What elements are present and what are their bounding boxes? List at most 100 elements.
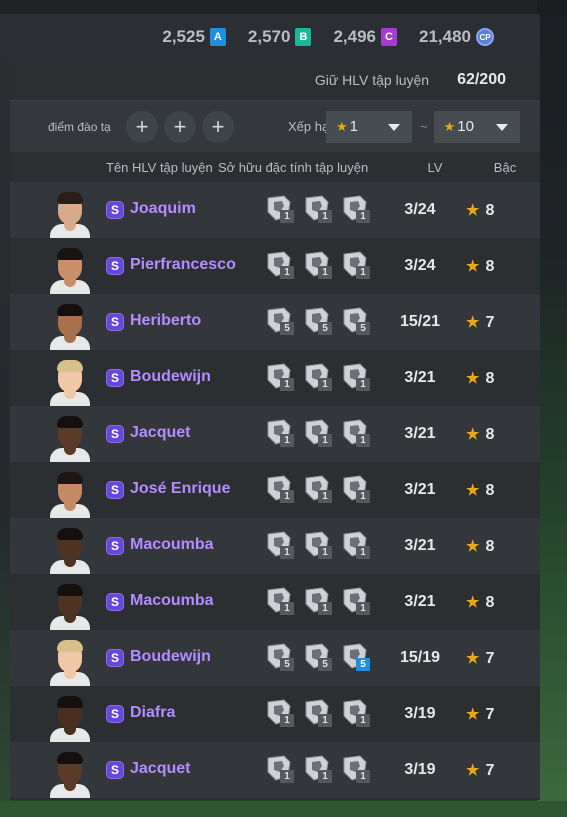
trait-0[interactable]: 1: [264, 530, 302, 562]
coach-level: 3/24: [404, 257, 436, 274]
range-separator: ~: [420, 119, 428, 134]
star-icon: ★: [466, 482, 480, 499]
coach-traits: 1 1 1: [264, 698, 378, 730]
trait-0[interactable]: 1: [264, 754, 302, 786]
trait-1[interactable]: 1: [302, 698, 340, 730]
rank-from-dropdown[interactable]: ★ 1: [326, 110, 412, 143]
coach-row[interactable]: S Jacquet 1 1: [10, 406, 540, 462]
coach-row[interactable]: S Joaquim 1 1 1 3/24 ★ 8: [10, 182, 540, 238]
trait-level: 1: [280, 546, 294, 559]
trait-2[interactable]: 5: [340, 306, 378, 338]
star-icon: ★: [466, 650, 480, 667]
trait-level: 1: [318, 378, 332, 391]
trait-1[interactable]: 1: [302, 754, 340, 786]
currency-a: 2,525 A: [162, 27, 226, 47]
coach-avatar: [50, 190, 90, 238]
trait-2[interactable]: 1: [340, 474, 378, 506]
background-stand-right: [537, 0, 567, 817]
coach-avatar: [50, 358, 90, 406]
coach-row[interactable]: S Macoumba 1 1 1 3/21 ★ 8: [10, 574, 540, 630]
coach-name: Boudewijn: [130, 368, 211, 385]
trait-0[interactable]: 1: [264, 194, 302, 226]
coach-rank-value: 8: [485, 594, 495, 611]
coach-row[interactable]: S Heriberto 5 5 5 15/21 ★ 7: [10, 294, 540, 350]
trait-1[interactable]: 1: [302, 194, 340, 226]
trait-1[interactable]: 1: [302, 250, 340, 282]
background-pitch: [0, 801, 567, 817]
coach-rank: ★ 8: [466, 537, 494, 556]
coach-rank-value: 7: [485, 650, 495, 667]
trait-2[interactable]: 1: [340, 754, 378, 786]
coach-row[interactable]: S José Enrique 1 1 1 3/21 ★ 8: [10, 462, 540, 518]
trait-level: 1: [318, 770, 332, 783]
trait-2[interactable]: 1: [340, 586, 378, 618]
trait-2[interactable]: 1: [340, 698, 378, 730]
trait-0[interactable]: 5: [264, 642, 302, 674]
coach-traits: 1 1 1: [264, 250, 378, 282]
coach-rank-value: 7: [485, 706, 495, 723]
trait-1[interactable]: 1: [302, 418, 340, 450]
trait-1[interactable]: 5: [302, 306, 340, 338]
add-filter-button-3[interactable]: +: [202, 110, 234, 143]
trait-0[interactable]: 1: [264, 250, 302, 282]
coach-rank-value: 8: [485, 482, 495, 499]
trait-1[interactable]: 1: [302, 586, 340, 618]
coach-avatar: [50, 470, 90, 518]
add-filter-button-2[interactable]: +: [164, 110, 196, 143]
rank-to-value: 10: [457, 118, 474, 135]
coach-row[interactable]: S Boudewijn 5 5 5 15/19 ★ 7: [10, 630, 540, 686]
s-grade-badge-icon: S: [106, 425, 124, 443]
coach-level: 3/21: [404, 425, 436, 442]
coach-row[interactable]: S Macoumba 1 1 1 3/21 ★ 8: [10, 518, 540, 574]
trait-2[interactable]: 1: [340, 362, 378, 394]
trait-1[interactable]: 1: [302, 362, 340, 394]
trait-level: 1: [318, 714, 332, 727]
header-name[interactable]: Tên HLV tập luyện: [106, 160, 218, 175]
coach-level: 3/19: [404, 761, 436, 778]
trait-1[interactable]: 1: [302, 530, 340, 562]
coach-row[interactable]: S Pierfrancesco 1 1 1 3/24 ★ 8: [10, 238, 540, 294]
trait-level: 1: [356, 546, 370, 559]
currency-a-icon: A: [209, 28, 226, 46]
trait-level: 1: [356, 602, 370, 615]
star-icon: ★: [336, 118, 348, 134]
cp-coin-icon: CP: [476, 28, 494, 46]
coach-rank: ★ 7: [466, 649, 494, 668]
currency-b-icon: B: [295, 28, 312, 46]
trait-2[interactable]: 5: [340, 642, 378, 674]
coach-rank: ★ 7: [466, 705, 494, 724]
s-grade-badge-icon: S: [106, 705, 124, 723]
coach-name: Jacquet: [130, 424, 191, 441]
trait-1[interactable]: 5: [302, 642, 340, 674]
trait-0[interactable]: 1: [264, 474, 302, 506]
header-rank[interactable]: Bậc: [480, 160, 530, 175]
coach-rank-value: 8: [485, 258, 495, 275]
trait-level: 1: [280, 714, 294, 727]
trait-0[interactable]: 1: [264, 418, 302, 450]
trait-0[interactable]: 1: [264, 586, 302, 618]
coach-row[interactable]: S Boudewijn 1 1 1 3/21 ★ 8: [10, 350, 540, 406]
s-grade-badge-icon: S: [106, 761, 124, 779]
trait-level: 1: [356, 210, 370, 223]
coach-level: 3/24: [404, 201, 436, 218]
trait-2[interactable]: 1: [340, 194, 378, 226]
trait-0[interactable]: 1: [264, 698, 302, 730]
coach-row[interactable]: S Diafra 1 1 1 3/19 ★ 7: [10, 686, 540, 742]
hold-capacity-label: Giữ HLV tập luyện: [314, 72, 430, 88]
s-grade-badge-icon: S: [106, 537, 124, 555]
trait-level: 1: [318, 434, 332, 447]
rank-to-dropdown[interactable]: ★ 10: [433, 110, 520, 143]
currency-c-icon: C: [381, 28, 397, 46]
trait-0[interactable]: 1: [264, 362, 302, 394]
trait-2[interactable]: 1: [340, 250, 378, 282]
trait-0[interactable]: 5: [264, 306, 302, 338]
trait-1[interactable]: 1: [302, 474, 340, 506]
coach-rank: ★ 8: [466, 425, 494, 444]
hold-capacity-row: Giữ HLV tập luyện 62/200: [10, 60, 540, 100]
trait-2[interactable]: 1: [340, 418, 378, 450]
trait-level: 1: [318, 210, 332, 223]
add-filter-button-1[interactable]: +: [126, 110, 158, 143]
coach-row[interactable]: S Jacquet 1 1: [10, 742, 540, 798]
trait-2[interactable]: 1: [340, 530, 378, 562]
header-lv[interactable]: LV: [400, 160, 470, 175]
